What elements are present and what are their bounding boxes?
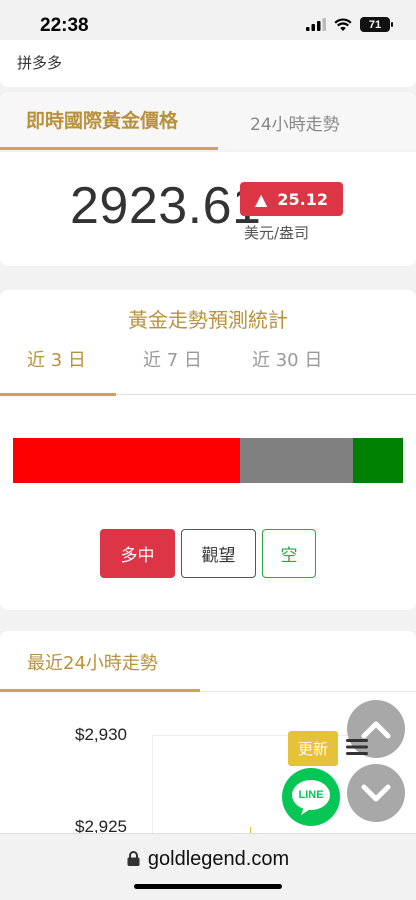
y-tick-label: $2,930 <box>75 725 127 744</box>
short-button[interactable]: 空 <box>262 529 316 578</box>
lock-icon <box>127 851 140 866</box>
line-share-button[interactable]: LINE <box>282 768 340 826</box>
forecast-card: 黃金走勢預測統計 近 3 日 近 7 日 近 30 日 多中 觀望 空 <box>0 290 416 610</box>
update-button[interactable]: 更新 <box>288 731 338 766</box>
url-display[interactable]: goldlegend.com <box>0 848 416 871</box>
url-domain: goldlegend.com <box>147 848 290 870</box>
wifi-icon <box>334 18 352 31</box>
price-card: 2923.61 ▲ 25.12 美元/盎司 <box>0 152 416 266</box>
trend-active-indicator <box>0 689 200 692</box>
scroll-down-button[interactable] <box>347 764 405 822</box>
trend-title[interactable]: 最近24小時走勢 <box>27 649 158 675</box>
menu-icon[interactable] <box>346 738 368 756</box>
chevron-up-icon <box>361 721 391 739</box>
price-tabs: 即時國際黃金價格 24小時走勢 <box>0 92 416 150</box>
long-button[interactable]: 多中 <box>100 529 175 578</box>
tab-24h-trend[interactable]: 24小時走勢 <box>250 110 340 135</box>
tab-live-price[interactable]: 即時國際黃金價格 <box>0 92 218 150</box>
tab-30-days[interactable]: 近 30 日 <box>252 346 322 372</box>
price-change-badge: ▲ 25.12 <box>240 182 343 216</box>
home-indicator[interactable] <box>134 884 282 889</box>
price-unit: 美元/盎司 <box>244 224 310 242</box>
top-partial-text: 拼多多 <box>17 54 63 72</box>
long-ratio-bar <box>13 438 240 483</box>
line-label: LINE <box>298 789 324 801</box>
gold-price: 2923.61 <box>70 177 262 235</box>
status-icons: 71 <box>306 17 393 32</box>
up-arrow-icon: ▲ <box>255 189 268 209</box>
battery-icon: 71 <box>360 17 393 32</box>
watch-ratio-bar <box>240 438 353 483</box>
short-ratio-bar <box>353 438 403 483</box>
top-partial-card: 拼多多 <box>0 40 416 87</box>
price-change-value: 25.12 <box>277 189 328 209</box>
forecast-title: 黃金走勢預測統計 <box>128 308 288 332</box>
signal-icon <box>306 18 326 31</box>
tab-active-indicator <box>0 393 116 396</box>
chevron-down-icon <box>361 784 391 802</box>
tab-7-days[interactable]: 近 7 日 <box>143 346 202 372</box>
tab-3-days[interactable]: 近 3 日 <box>27 346 86 372</box>
browser-url-bar[interactable]: goldlegend.com <box>0 833 416 900</box>
status-time: 22:38 <box>40 15 89 36</box>
watch-button[interactable]: 觀望 <box>181 529 256 578</box>
